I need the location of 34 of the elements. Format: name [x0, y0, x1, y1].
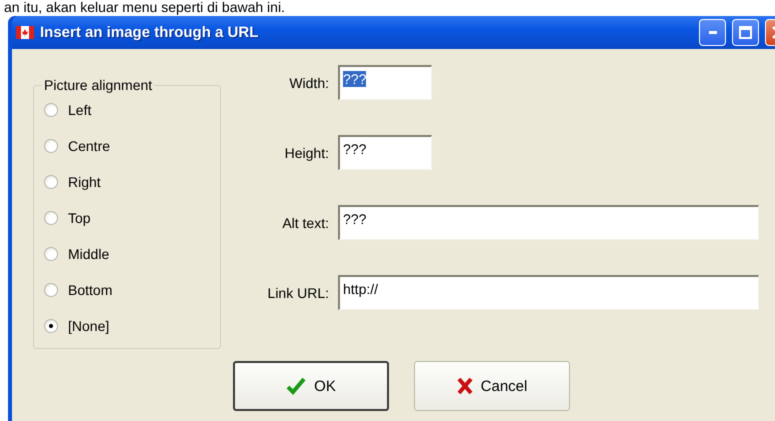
group-title: Picture alignment — [43, 77, 154, 93]
input-field[interactable]: ??? — [338, 135, 432, 170]
input-field[interactable]: ??? — [338, 65, 432, 100]
minimize-icon — [708, 31, 716, 34]
field-label: Alt text: — [281, 214, 329, 230]
radio-button[interactable] — [44, 103, 58, 117]
radio-label: [None] — [68, 318, 110, 334]
radio-button[interactable] — [44, 139, 58, 153]
ok-button[interactable]: OK — [233, 361, 389, 411]
radio-button[interactable] — [44, 211, 58, 225]
minimize-button[interactable] — [699, 19, 726, 46]
page-text: an itu, akan keluar menu seperti di bawah ini. — [3, 0, 286, 15]
radio-label: Bottom — [68, 282, 112, 298]
radio-label: Top — [68, 210, 91, 226]
radio-button[interactable] — [44, 283, 58, 297]
cancel-button[interactable]: Cancel — [414, 361, 570, 411]
radio-button[interactable] — [44, 319, 58, 333]
cross-icon — [456, 377, 473, 395]
radio-label: Left — [68, 102, 92, 118]
flag-icon — [16, 26, 34, 39]
input-field[interactable]: ??? — [338, 205, 759, 240]
radio-button[interactable] — [44, 247, 58, 261]
check-icon — [286, 377, 306, 395]
radio-label: Middle — [68, 246, 110, 262]
radio-label: Right — [68, 174, 101, 190]
window-title: Insert an image through a URL — [40, 24, 260, 41]
field-label: Link URL: — [266, 284, 329, 300]
maximize-button[interactable] — [732, 19, 759, 46]
radio-button[interactable] — [44, 175, 58, 189]
field-label: Width: — [288, 74, 329, 90]
input-field[interactable]: http:// — [338, 275, 759, 310]
field-label: Height: — [284, 144, 329, 160]
radio-label: Centre — [68, 138, 110, 154]
maximize-icon — [739, 26, 752, 39]
